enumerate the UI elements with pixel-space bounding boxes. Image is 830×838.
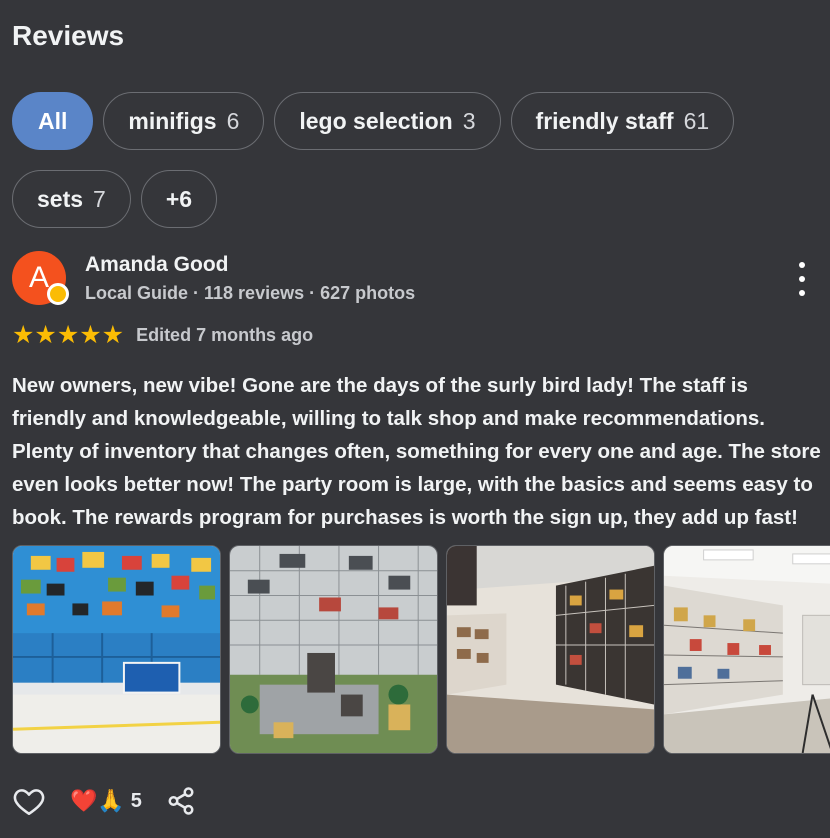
chip-friendly-staff[interactable]: friendly staff 61 (510, 92, 735, 150)
reviews-heading: Reviews (12, 20, 125, 51)
rating-row: ★★★★★ Edited 7 months ago (12, 323, 313, 348)
review-photo[interactable] (663, 545, 830, 754)
share-icon (168, 787, 194, 815)
more-options-button[interactable] (792, 262, 812, 296)
chip-label: +6 (165, 185, 193, 212)
chip-minifigs[interactable]: minifigs 6 (103, 92, 265, 150)
chip-count: 7 (93, 185, 106, 212)
store-photo-display-case (230, 546, 437, 753)
chip-all[interactable]: All (12, 92, 94, 150)
review-photo[interactable] (12, 545, 221, 754)
local-guide-badge-icon (47, 283, 69, 305)
store-photo-aisle (664, 546, 830, 753)
store-photo-blue-wall (13, 546, 220, 753)
avatar[interactable]: A (12, 251, 69, 305)
reaction-count: 5 (130, 789, 142, 812)
chip-label: minifigs (128, 107, 217, 134)
review-text: New owners, new vibe! Gone are the days … (12, 374, 821, 529)
chip-count: 6 (226, 107, 240, 134)
review-photo[interactable] (229, 545, 438, 754)
chip-count: 3 (462, 107, 476, 134)
chip-label: lego selection (299, 107, 453, 134)
store-photo-interior (447, 546, 654, 753)
review-photo[interactable] (446, 545, 655, 754)
more-vert-icon-dot (799, 290, 805, 296)
chip-label: sets (37, 185, 84, 212)
review-date: Edited 7 months ago (136, 325, 314, 345)
more-vert-icon-dot (799, 276, 805, 282)
star-rating: ★★★★★ (12, 321, 125, 349)
reaction-emojis: ❤️🙏 (70, 788, 125, 813)
heart-outline-icon (13, 789, 45, 816)
chip-lego-selection[interactable]: lego selection 3 (274, 92, 501, 150)
chip-count: 61 (683, 107, 710, 134)
chip-sets[interactable]: sets 7 (12, 170, 131, 228)
author-name[interactable]: Amanda Good (85, 253, 229, 277)
avatar-initial: A (28, 261, 49, 294)
review-actions: ❤️🙏 5 (12, 784, 196, 818)
chip-label: All (38, 107, 68, 134)
chip-more-topics[interactable]: +6 (140, 170, 218, 228)
like-button[interactable] (12, 784, 46, 818)
chip-label: friendly staff (535, 107, 674, 134)
review-photos (12, 545, 830, 755)
share-button[interactable] (166, 786, 196, 816)
more-vert-icon (799, 262, 805, 268)
topic-chips: All minifigs 6 lego selection 3 friendly… (12, 92, 812, 248)
author-meta: Local Guide · 118 reviews · 627 photos (85, 283, 416, 303)
reactions-button[interactable]: ❤️🙏 5 (70, 788, 142, 814)
